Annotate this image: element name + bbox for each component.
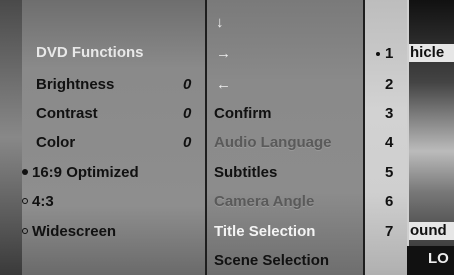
arrow-left-icon[interactable]: ← xyxy=(216,76,231,93)
aspect-label: 16:9 Optimized xyxy=(32,164,139,181)
menu-item-camera-angle: Camera Angle xyxy=(214,193,315,210)
brightness-value: 0 xyxy=(183,76,192,93)
menu-item-color[interactable]: Color xyxy=(36,134,75,152)
menu-header: DVD Functions xyxy=(36,44,144,61)
arrow-right-icon[interactable]: → xyxy=(216,45,231,62)
number-3[interactable]: 3 xyxy=(385,105,393,122)
number-2[interactable]: 2 xyxy=(385,76,393,93)
unselected-radio-icon xyxy=(22,198,28,205)
unselected-radio-icon xyxy=(22,228,28,235)
aspect-label: 4:3 xyxy=(32,193,54,210)
menu-item-confirm[interactable]: Confirm xyxy=(214,105,272,123)
menu-item-subtitles[interactable]: Subtitles xyxy=(214,164,277,182)
side-label-top: hicle xyxy=(410,44,445,61)
menu-item-title-selection[interactable]: Title Selection xyxy=(214,223,315,241)
side-label-bottom: ound xyxy=(410,222,447,239)
arrow-down-icon[interactable]: ↓ xyxy=(216,14,224,31)
selected-radio-icon xyxy=(22,169,28,176)
menu-item-16-9-optimized[interactable]: 16:9 Optimized xyxy=(22,164,139,182)
number-6[interactable]: 6 xyxy=(385,193,393,210)
current-marker-icon xyxy=(376,52,380,56)
number-7[interactable]: 7 xyxy=(385,223,393,240)
menu-item-contrast[interactable]: Contrast xyxy=(36,105,98,123)
number-5[interactable]: 5 xyxy=(385,164,393,181)
number-4[interactable]: 4 xyxy=(385,134,393,151)
number-1[interactable]: 1 xyxy=(385,45,393,62)
menu-item-4-3[interactable]: 4:3 xyxy=(22,193,54,211)
side-corner-label: LO xyxy=(428,250,449,267)
contrast-value: 0 xyxy=(183,105,192,122)
video-background-left xyxy=(0,0,24,275)
color-value: 0 xyxy=(183,134,192,151)
aspect-label: Widescreen xyxy=(32,223,117,240)
menu-item-scene-selection[interactable]: Scene Selection xyxy=(214,252,329,270)
menu-item-brightness[interactable]: Brightness xyxy=(36,76,114,94)
menu-item-audio-language: Audio Language xyxy=(214,134,332,151)
menu-item-widescreen[interactable]: Widescreen xyxy=(22,223,116,241)
